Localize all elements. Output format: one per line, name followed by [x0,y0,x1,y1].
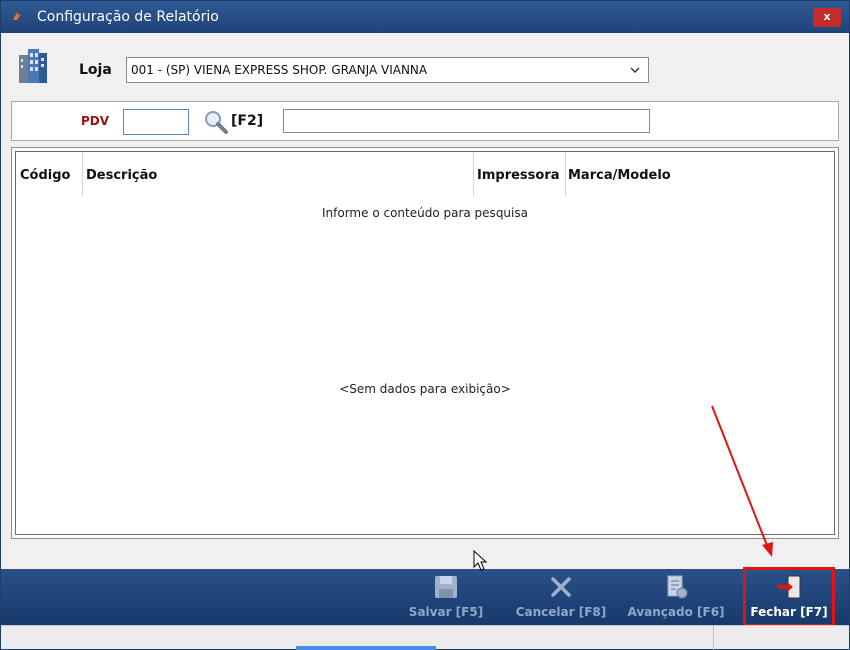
cancel-button-label: Cancelar [F8] [515,605,607,619]
column-header-codigo[interactable]: Código [20,152,70,196]
report-config-window: Configuração de Relatório x Loja 001 - (… [0,0,850,650]
pdv-description-field[interactable] [283,109,650,133]
window-title: Configuração de Relatório [37,9,219,25]
search-shortcut-label: [F2] [231,113,264,129]
bottom-toolbar: Salvar [F5] Cancelar [F8] Avançado [F6] … [1,569,849,625]
loja-label: Loja [79,62,112,78]
floppy-disk-icon [435,576,457,598]
pdv-label: PDV [81,114,110,128]
pdv-filter-panel: PDV [F2] [11,101,839,141]
advanced-button-label: Avançado [F6] [627,605,725,619]
column-header-descricao[interactable]: Descrição [86,152,157,196]
advanced-button[interactable]: Avançado [F6] [619,569,733,625]
store-building-icon [19,49,47,83]
loja-row: Loja 001 - (SP) VIENA EXPRESS SHOP. GRAN… [1,41,849,97]
results-grid: Código Descrição Impressora Marca/Modelo… [11,147,839,539]
grid-header: Código Descrição Impressora Marca/Modelo [16,152,834,196]
x-cancel-icon [551,577,571,597]
advanced-settings-icon [667,575,688,599]
close-button[interactable]: x [813,8,841,27]
pdv-code-input[interactable] [123,109,189,135]
no-data-message: <Sem dados para exibição> [339,382,511,396]
save-button-label: Salvar [F5] [408,605,484,619]
cancel-button[interactable]: Cancelar [F8] [509,569,613,625]
app-logo-icon [13,12,21,20]
grid-area: Código Descrição Impressora Marca/Modelo… [15,151,835,535]
column-divider [82,152,83,196]
loja-dropdown[interactable]: 001 - (SP) VIENA EXPRESS SHOP. GRANJA VI… [126,57,649,83]
loja-selected-value: 001 - (SP) VIENA EXPRESS SHOP. GRANJA VI… [131,63,428,77]
search-hint-text: Informe o conteúdo para pesquisa [322,206,528,220]
column-divider [473,152,474,196]
chevron-down-icon[interactable] [628,58,642,82]
mouse-cursor-icon [473,550,488,571]
title-bar: Configuração de Relatório x [1,1,849,33]
column-header-impressora[interactable]: Impressora [477,152,560,196]
column-header-marca-modelo[interactable]: Marca/Modelo [568,152,671,196]
taskbar-strip [296,646,436,650]
search-icon[interactable] [203,109,229,135]
save-button[interactable]: Salvar [F5] [401,569,491,625]
highlight-box [743,567,835,627]
column-divider [565,152,566,196]
status-divider [713,626,714,650]
